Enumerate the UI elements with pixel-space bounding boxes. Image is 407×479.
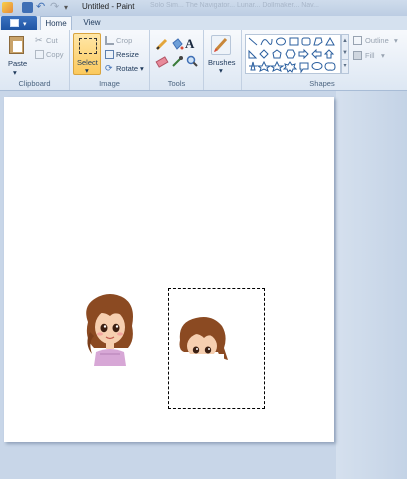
left-arrow-shape-icon bbox=[311, 48, 322, 60]
up-arrow-shape-icon bbox=[323, 49, 335, 59]
outline-icon bbox=[353, 36, 362, 45]
paste-chevron-icon[interactable]: ▾ bbox=[13, 68, 17, 77]
save-icon[interactable] bbox=[22, 2, 33, 13]
text-icon[interactable]: A bbox=[185, 37, 199, 50]
undo-icon[interactable]: ↶ bbox=[36, 2, 47, 13]
background-taskbar-text: Solo Sim... The Navigator... Lunar... Do… bbox=[150, 2, 319, 9]
title-bar: ↶ ↷ ▾ Untitled - Paint Solo Sim... The N… bbox=[0, 0, 407, 17]
tab-home[interactable]: Home bbox=[40, 16, 72, 30]
fill-bucket-icon[interactable] bbox=[170, 38, 184, 51]
cut-button[interactable]: Cut bbox=[46, 36, 58, 45]
cloud-callout-icon bbox=[324, 62, 336, 71]
five-point-star-icon bbox=[269, 60, 285, 72]
doll-head-fragment-image bbox=[179, 317, 228, 362]
paint-app-icon[interactable] bbox=[2, 2, 13, 13]
triangle-shape-icon bbox=[325, 36, 335, 46]
paint-menu-button[interactable]: ▾ bbox=[1, 16, 37, 30]
brushes-chevron-icon[interactable]: ▾ bbox=[219, 66, 223, 75]
rounded-rectangle-shape-icon bbox=[301, 37, 311, 46]
right-arrow-shape-icon bbox=[298, 48, 309, 60]
outline-chevron-icon[interactable]: ▾ bbox=[394, 36, 398, 45]
copy-icon bbox=[35, 50, 44, 59]
shapes-group-label: Shapes bbox=[309, 79, 335, 88]
customize-toolbar-icon[interactable]: ▾ bbox=[64, 2, 75, 13]
fill-button[interactable]: Fill bbox=[365, 51, 375, 60]
diamond-shape-icon bbox=[259, 49, 269, 59]
window-title: Untitled - Paint bbox=[82, 2, 135, 11]
redo-icon[interactable]: ↷ bbox=[50, 2, 61, 13]
paste-icon[interactable] bbox=[9, 36, 24, 54]
pencil-icon[interactable] bbox=[155, 38, 169, 51]
image-group-label: Image bbox=[99, 79, 120, 88]
hexagon-shape-icon bbox=[285, 49, 296, 59]
select-marquee-icon bbox=[79, 38, 97, 54]
rectangle-shape-icon bbox=[289, 37, 299, 46]
clipboard-group-label: Clipboard bbox=[18, 79, 51, 88]
resize-icon bbox=[105, 50, 114, 59]
rotate-icon: ⟳ bbox=[105, 63, 113, 73]
oval-callout-icon bbox=[311, 62, 323, 70]
right-triangle-shape-icon bbox=[248, 49, 258, 59]
fill-chevron-icon[interactable]: ▾ bbox=[381, 51, 385, 60]
rotate-button[interactable]: Rotate bbox=[116, 64, 138, 73]
menu-doc-icon bbox=[10, 19, 19, 27]
pentagon-shape-icon bbox=[272, 49, 282, 59]
tools-group-label: Tools bbox=[167, 79, 186, 88]
curve-shape-icon bbox=[260, 38, 273, 46]
magnifier-icon[interactable] bbox=[185, 55, 199, 68]
paste-button[interactable]: Paste bbox=[8, 59, 27, 68]
six-point-star-icon bbox=[282, 61, 298, 73]
four-point-star-icon bbox=[256, 60, 272, 72]
outline-button[interactable]: Outline bbox=[365, 36, 389, 45]
chevron-down-icon: ▾ bbox=[23, 21, 27, 28]
select-chevron-icon: ▾ bbox=[85, 66, 89, 75]
select-button[interactable]: Select ▾ bbox=[73, 33, 101, 75]
tab-view[interactable]: View bbox=[76, 16, 108, 30]
down-arrow-shape-icon bbox=[249, 61, 257, 71]
clipboard-group: Paste ▾ ✂ Cut Copy Clipboard bbox=[0, 30, 70, 90]
shapes-scrollbar[interactable]: ▲ ▼ ▾ bbox=[341, 34, 349, 74]
copy-button[interactable]: Copy bbox=[46, 50, 64, 59]
crop-button[interactable]: Crop bbox=[116, 36, 132, 45]
rounded-callout-icon bbox=[299, 62, 309, 74]
oval-shape-icon bbox=[276, 37, 286, 46]
workspace-margin bbox=[336, 91, 407, 479]
crop-icon bbox=[105, 36, 114, 45]
eraser-icon[interactable] bbox=[155, 55, 169, 68]
shapes-gallery bbox=[245, 34, 341, 74]
fill-icon bbox=[353, 51, 362, 60]
rotate-chevron-icon[interactable]: ▾ bbox=[140, 64, 144, 73]
doll-figure-image bbox=[86, 294, 133, 366]
resize-button[interactable]: Resize bbox=[116, 50, 139, 59]
brushes-icon[interactable] bbox=[211, 35, 231, 55]
color-picker-icon[interactable] bbox=[170, 55, 184, 68]
line-shape-icon bbox=[248, 37, 258, 46]
polygon-shape-icon bbox=[313, 37, 323, 46]
cut-icon: ✂ bbox=[35, 35, 43, 45]
